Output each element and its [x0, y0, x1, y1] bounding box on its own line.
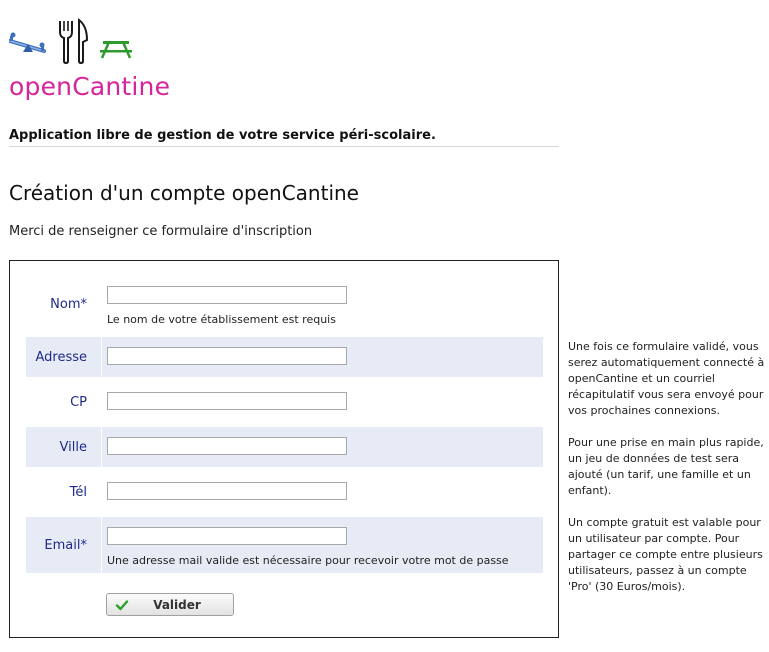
tel-label: Tél: [26, 472, 102, 512]
logo-icons: [9, 18, 132, 64]
form-row-ville: Ville: [26, 427, 543, 467]
adresse-label: Adresse: [26, 337, 102, 377]
tel-field[interactable]: [107, 482, 347, 500]
cp-label: CP: [26, 382, 102, 422]
nom-hint: Le nom de votre établissement est requis: [107, 313, 336, 326]
sidebar-paragraph-testdata: Pour une prise en main plus rapide, un j…: [568, 436, 764, 497]
ville-label: Ville: [26, 427, 102, 467]
submit-button[interactable]: Valider: [106, 593, 234, 616]
brand-title: openCantine: [9, 72, 171, 101]
email-field[interactable]: [107, 527, 347, 545]
form-row-adresse: Adresse: [26, 337, 543, 377]
cp-field[interactable]: [107, 392, 347, 410]
nom-field[interactable]: [107, 286, 347, 304]
cutlery-icon: [59, 18, 89, 64]
header-divider: [9, 146, 559, 147]
email-hint: Une adresse mail valide est nécessaire p…: [107, 554, 509, 567]
seesaw-icon: [9, 32, 46, 53]
nom-label: Nom*: [26, 277, 102, 332]
tagline: Application libre de gestion de votre se…: [9, 128, 436, 143]
picnic-table-icon: [100, 41, 132, 59]
submit-button-label: Valider: [153, 597, 201, 612]
page-title: Création d'un compte openCantine: [9, 181, 359, 205]
form-row-tel: Tél: [26, 472, 543, 512]
adresse-field[interactable]: [107, 347, 347, 365]
form-row-cp: CP: [26, 382, 543, 422]
sidebar-paragraph-validation: Une fois ce formulaire validé, vous sere…: [568, 340, 765, 417]
ville-field[interactable]: [107, 437, 347, 455]
email-label: Email*: [26, 517, 102, 573]
form-row-email: Email* Une adresse mail valide est néces…: [26, 517, 543, 573]
registration-form: Nom* Le nom de votre établissement est r…: [9, 260, 559, 638]
sidebar-paragraph-pricing: Un compte gratuit est valable pour un ut…: [568, 516, 763, 593]
form-row-nom: Nom* Le nom de votre établissement est r…: [26, 277, 543, 332]
intro-text: Merci de renseigner ce formulaire d'insc…: [9, 224, 313, 239]
